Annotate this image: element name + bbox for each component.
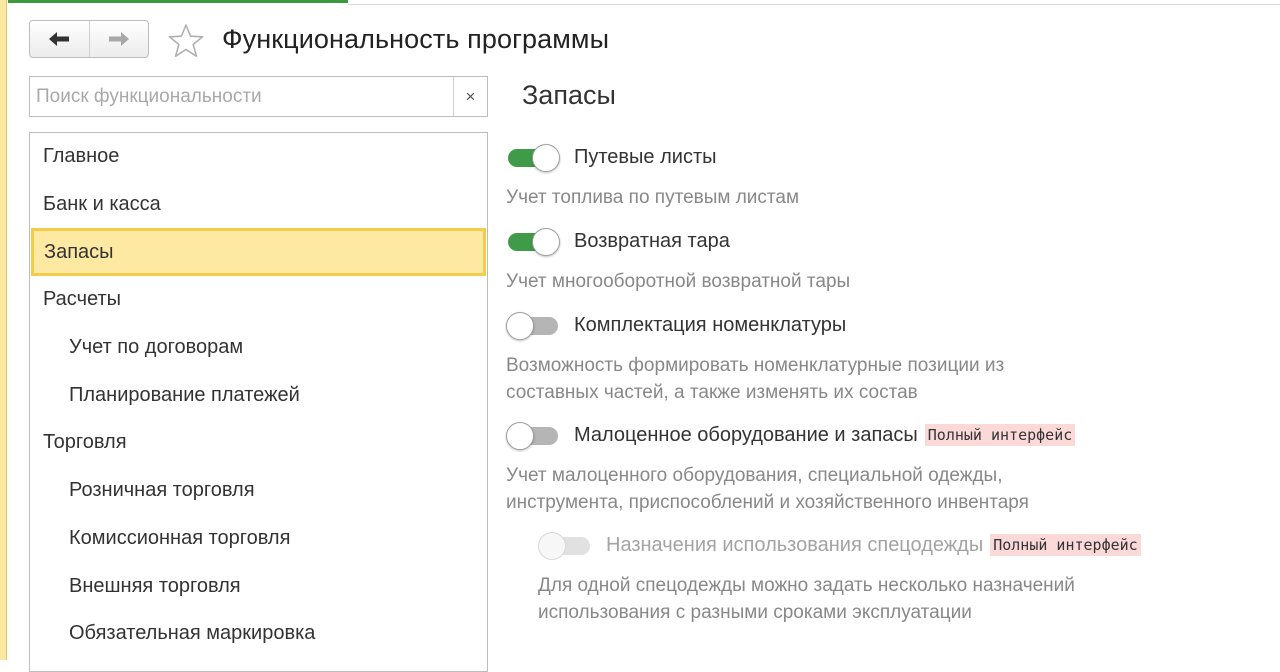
option-kitting: Комплектация номенклатуры: [506, 312, 847, 340]
option-waybills: Путевые листы: [506, 144, 717, 172]
nav-item-inventory[interactable]: Запасы: [31, 228, 486, 277]
nav-item-contracts[interactable]: Учет по договорам: [30, 324, 487, 372]
window-left-edge: [0, 0, 7, 660]
top-divider: [348, 4, 1280, 5]
option-label: Возвратная тара: [574, 229, 730, 252]
nav-item-label: Учет по договорам: [69, 336, 244, 359]
nav-item-settlements[interactable]: Расчеты: [30, 276, 487, 324]
option-label: Путевые листы: [574, 145, 717, 168]
forward-button[interactable]: [88, 21, 149, 57]
option-label: Назначения использования спецодежды: [606, 533, 984, 556]
nav-item-bank-cash[interactable]: Банк и касса: [30, 181, 487, 229]
option-low-value-equipment: Малоценное оборудование и запасы Полный …: [506, 422, 1076, 450]
back-button[interactable]: [30, 21, 89, 57]
waybills-toggle[interactable]: [506, 144, 560, 172]
clear-search-button[interactable]: ×: [453, 77, 487, 116]
option-description: Учет топлива по путевым листам: [506, 187, 800, 208]
page-title: Функциональность программы: [222, 24, 610, 54]
nav-item-label: Расчеты: [43, 288, 121, 311]
option-returnable-packaging: Возвратная тара: [506, 228, 730, 256]
arrow-right-icon: [108, 32, 129, 46]
full-interface-badge: Полный интерфейс: [990, 534, 1141, 556]
nav-item-retail[interactable]: Розничная торговля: [30, 467, 487, 515]
close-icon: ×: [465, 86, 476, 106]
returnable-packaging-toggle[interactable]: [506, 228, 560, 256]
nav-item-label: Планирование платежей: [69, 383, 300, 406]
nav-item-commission[interactable]: Комиссионная торговля: [30, 515, 487, 563]
option-workwear-purposes: Назначения использования спецодежды Полн…: [538, 532, 1141, 560]
kitting-toggle[interactable]: [506, 312, 560, 340]
search-box: ×: [29, 76, 488, 117]
section-navigation-list: Главное Банк и касса Запасы Расчеты Учет…: [29, 132, 488, 672]
workwear-purposes-toggle[interactable]: [538, 532, 592, 560]
section-title: Запасы: [522, 80, 616, 110]
history-navigation: [29, 20, 149, 58]
full-interface-badge: Полный интерфейс: [924, 424, 1076, 446]
nav-item-label: Запасы: [44, 240, 114, 263]
active-tab-indicator: [8, 0, 348, 3]
nav-item-main[interactable]: Главное: [30, 133, 487, 181]
arrow-left-icon: [49, 32, 70, 46]
nav-item-label: Обязательная маркировка: [69, 622, 316, 645]
low-value-equipment-toggle[interactable]: [506, 422, 560, 450]
option-label: Малоценное оборудование и запасы: [574, 423, 918, 446]
option-description: Учет многооборотной возвратной тары: [506, 271, 851, 292]
option-description: Для одной спецодежды можно задать нескол…: [538, 575, 1075, 623]
search-input[interactable]: [30, 77, 453, 116]
nav-item-label: Торговля: [43, 431, 127, 454]
nav-item-label: Комиссионная торговля: [69, 526, 291, 549]
nav-item-trade[interactable]: Торговля: [30, 419, 487, 467]
option-description: Возможность формировать номенклатурные п…: [506, 355, 1005, 403]
option-description: Учет малоценного оборудования, специальн…: [506, 465, 1029, 513]
nav-item-payment-planning[interactable]: Планирование платежей: [30, 371, 487, 419]
option-label: Комплектация номенклатуры: [574, 313, 847, 336]
nav-item-label: Розничная торговля: [69, 479, 255, 502]
nav-item-foreign-trade[interactable]: Внешняя торговля: [30, 562, 487, 610]
favorite-star-icon[interactable]: [167, 23, 205, 59]
nav-item-label: Внешняя торговля: [69, 574, 241, 597]
nav-item-label: Банк и касса: [43, 193, 161, 216]
nav-item-label: Главное: [43, 145, 120, 168]
nav-item-marking[interactable]: Обязательная маркировка: [30, 610, 487, 658]
